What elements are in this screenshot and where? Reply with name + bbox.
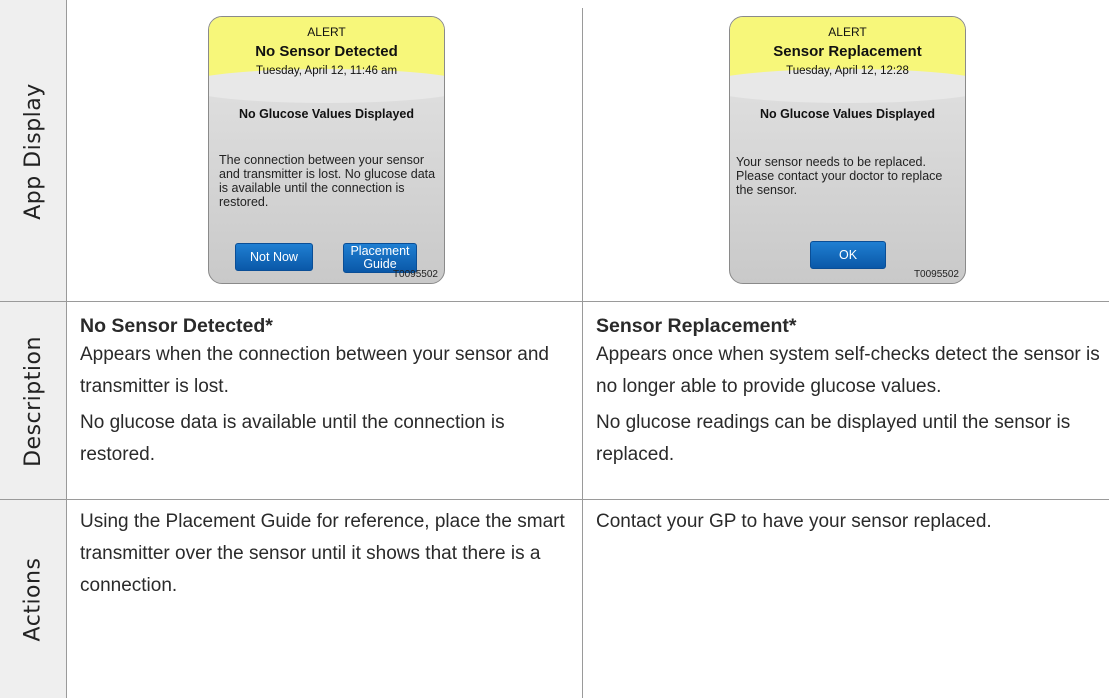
action-text: Contact your GP to have your sensor repl… (596, 511, 992, 532)
row-label-actions: Actions (20, 557, 46, 641)
description-paragraph: Appears when the connection between your… (80, 344, 549, 397)
alert-date: Tuesday, April 12, 11:46 am (255, 65, 398, 77)
description-left-cell: No Sensor Detected* Appears when the con… (80, 313, 574, 471)
column-divider-middle (582, 8, 583, 698)
row-label-actions-cell: Actions (0, 500, 66, 698)
actions-right-cell: Contact your GP to have your sensor repl… (596, 506, 1101, 538)
app-alert-screen-no-sensor: ALERT No Sensor Detected Tuesday, April … (208, 16, 445, 284)
row-divider-1 (0, 301, 1109, 302)
description-paragraph: No glucose readings can be displayed unt… (596, 412, 1071, 465)
alert-message: Your sensor needs to be replaced. Please… (736, 155, 943, 197)
ok-button[interactable]: OK (810, 241, 886, 269)
actions-left-cell: Using the Placement Guide for reference,… (80, 506, 574, 602)
description-title: Sensor Replacement* (596, 315, 797, 337)
screen-code: T0095502 (913, 269, 959, 280)
row-label-app-display: App Display (20, 82, 46, 220)
screen-code: T0095502 (392, 269, 438, 280)
row-label-app-display-cell: App Display (0, 0, 66, 302)
alert-title: No Sensor Detected (255, 43, 398, 60)
description-title: No Sensor Detected* (80, 315, 273, 337)
row-label-description: Description (20, 335, 46, 467)
row-label-description-cell: Description (0, 302, 66, 500)
alert-label: ALERT (307, 25, 346, 39)
alert-title: Sensor Replacement (773, 43, 922, 60)
alert-subtitle: No Glucose Values Displayed (759, 107, 936, 121)
app-alert-screen-sensor-replacement: ALERT Sensor Replacement Tuesday, April … (729, 16, 966, 284)
alert-subtitle: No Glucose Values Displayed (238, 107, 415, 121)
description-right-cell: Sensor Replacement* Appears once when sy… (596, 313, 1101, 471)
description-paragraph: No glucose data is available until the c… (80, 412, 505, 465)
alert-label: ALERT (828, 25, 867, 39)
not-now-button[interactable]: Not Now (235, 243, 313, 271)
alert-date: Tuesday, April 12, 12:28 (786, 65, 909, 77)
row-divider-2 (0, 499, 1109, 500)
action-text: Using the Placement Guide for reference,… (80, 511, 565, 596)
column-divider-left (66, 0, 67, 698)
alert-message: The connection between your sensor and t… (219, 153, 436, 209)
description-paragraph: Appears once when system self-checks det… (596, 344, 1100, 397)
